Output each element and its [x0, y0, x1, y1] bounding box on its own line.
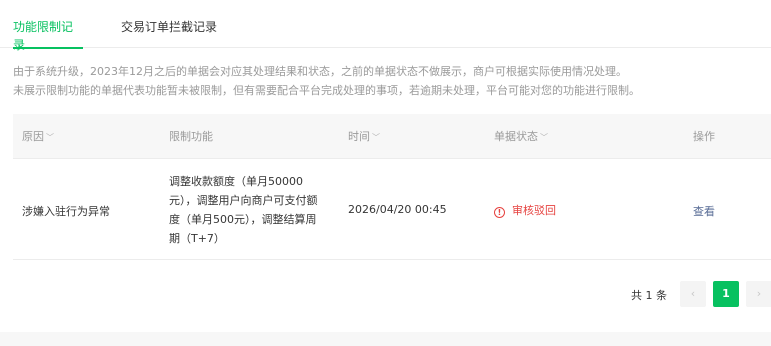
page: 功能限制记录 交易订单拦截记录 由于系统升级，2023年12月之后的单据会对应其… — [0, 0, 771, 346]
notice-text: 未展示限制功能的单据代表功能暂未被限制，但有需要配合平台完成处理的事项，若逾期未… — [13, 84, 640, 97]
pagination: 共 1 条 ‹ 1 › — [0, 281, 771, 307]
chevron-down-icon: ﹀ — [540, 133, 548, 142]
column-header-label: 时间 — [348, 130, 370, 143]
prev-page-button[interactable]: ‹ — [680, 281, 706, 307]
column-header-time[interactable]: 时间 ﹀ — [348, 114, 380, 159]
page-button-current[interactable]: 1 — [713, 281, 739, 307]
next-page-button[interactable]: › — [746, 281, 771, 307]
chevron-down-icon: ﹀ — [46, 133, 54, 142]
tab-transaction-intercept-records[interactable]: 交易订单拦截记录 — [121, 18, 217, 48]
footer-band — [0, 332, 771, 346]
column-header-label: 单据状态 — [494, 130, 538, 143]
chevron-down-icon: ﹀ — [372, 133, 380, 142]
chevron-right-icon: › — [756, 287, 762, 300]
notice-text: 由于系统升级，2023年12月之后的单据会对应其处理结果和状态，之前的单据状态不… — [13, 65, 627, 78]
cell-reason: 涉嫌入驻行为异常 — [22, 205, 110, 218]
tab-bar: 功能限制记录 交易订单拦截记录 — [0, 0, 771, 52]
error-circle-icon: ! — [494, 207, 505, 218]
cell-time: 2026/04/20 00:45 — [348, 203, 447, 216]
cell-status: ! 审核驳回 — [494, 202, 556, 218]
tab-function-restriction-records[interactable]: 功能限制记录 — [13, 18, 83, 52]
column-header-operation: 操作 — [693, 114, 715, 159]
column-header-reason[interactable]: 原因 ﹀ — [22, 114, 54, 159]
column-header-label: 操作 — [693, 130, 715, 143]
column-header-function: 限制功能 — [169, 114, 213, 159]
cell-restricted-function: 调整收款额度（单月50000 元），调整用户向商户可支付额 度（单月500元），… — [169, 175, 318, 245]
total-count: 共 1 条 — [631, 289, 667, 302]
view-link[interactable]: 查看 — [693, 203, 715, 219]
chevron-left-icon: ‹ — [690, 287, 696, 300]
table-header: 原因 ﹀ 限制功能 时间 ﹀ 单据状态 ﹀ 操作 — [13, 114, 771, 159]
column-header-status[interactable]: 单据状态 ﹀ — [494, 114, 548, 159]
column-header-label: 原因 — [22, 130, 44, 143]
table-row: 涉嫌入驻行为异常 调整收款额度（单月50000 元），调整用户向商户可支付额 度… — [13, 159, 771, 260]
status-label: 审核驳回 — [512, 204, 556, 217]
column-header-label: 限制功能 — [169, 130, 213, 143]
